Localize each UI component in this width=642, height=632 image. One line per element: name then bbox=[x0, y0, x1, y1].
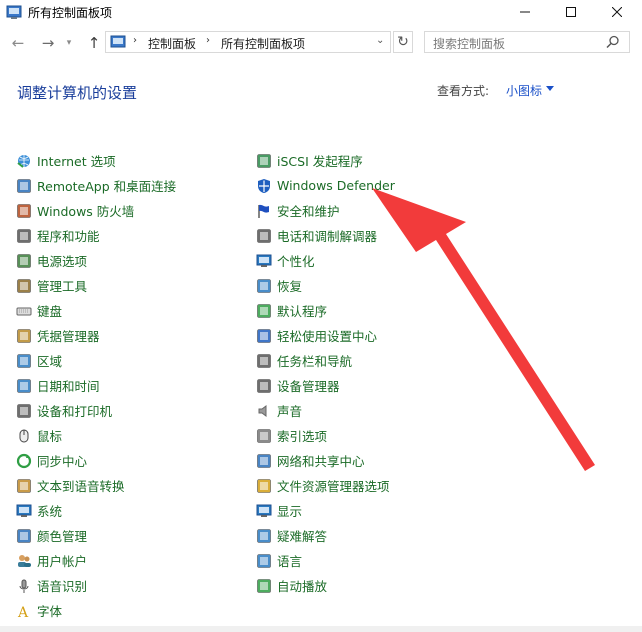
red-arrow-shape bbox=[372, 188, 595, 471]
annotation-arrow bbox=[372, 188, 595, 471]
